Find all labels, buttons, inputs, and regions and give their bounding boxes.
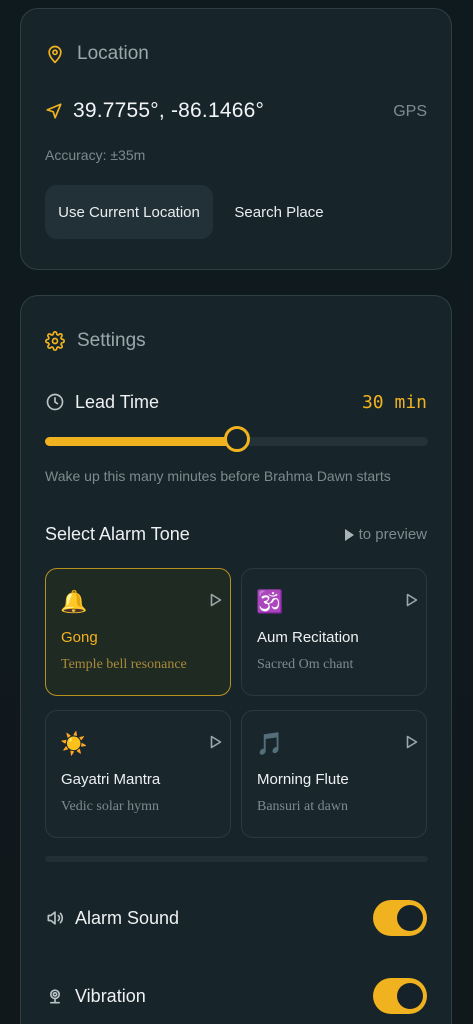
slider-thumb[interactable]: [223, 426, 250, 452]
preview-hint-text: to preview: [358, 526, 427, 543]
vibration-label: Vibration: [75, 985, 146, 1006]
map-pin-icon: [48, 45, 62, 64]
lead-time-value: 30 min: [361, 391, 427, 413]
lead-time-description: Wake up this many minutes before Brahma …: [45, 468, 391, 484]
speaker-icon: [47, 911, 63, 925]
alarm-sound-label: Alarm Sound: [75, 907, 180, 928]
toggle-knob: [397, 905, 423, 931]
settings-card: Settings Lead Time 30 min Wake up this m…: [20, 295, 452, 1024]
gear-icon: [45, 331, 65, 351]
alarm-tone-title: Select Alarm Tone: [45, 524, 190, 544]
location-header: Location: [45, 43, 149, 65]
coordinates-text: 39.7755°, -86.1466°: [73, 99, 265, 122]
accuracy-text: Accuracy: ±35m: [45, 147, 146, 163]
tone-card-gong[interactable]: 🔔 Gong Temple bell resonance: [45, 568, 231, 696]
vibration-row: Vibration: [45, 976, 427, 1016]
navigation-arrow-icon: [46, 103, 62, 119]
location-title: Location: [77, 43, 149, 64]
clock-icon: [46, 393, 64, 411]
tone-name: Aum Recitation: [257, 629, 359, 646]
slider-fill: [45, 437, 237, 446]
tone-description: Temple bell resonance: [61, 657, 187, 672]
preview-hint: to preview: [344, 526, 427, 543]
section-divider: [45, 856, 428, 862]
tone-name: Gong: [61, 629, 98, 646]
lead-time-slider[interactable]: [45, 426, 428, 452]
om-icon: 🕉️: [256, 589, 284, 614]
toggle-knob: [397, 983, 423, 1009]
coordinates-row: 39.7755°, -86.1466°: [45, 99, 264, 123]
alarm-sound-row: Alarm Sound: [45, 898, 427, 938]
music-note-icon: 🎵: [256, 731, 284, 756]
settings-title: Settings: [77, 330, 146, 351]
tone-description: Bansuri at dawn: [257, 799, 348, 814]
tone-card-aum-recitation[interactable]: 🕉️ Aum Recitation Sacred Om chant: [241, 568, 427, 696]
play-icon: [344, 528, 354, 541]
tone-name: Gayatri Mantra: [61, 771, 161, 788]
tone-description: Vedic solar hymn: [61, 799, 159, 814]
tone-card-gayatri-mantra[interactable]: ☀️ Gayatri Mantra Vedic solar hymn: [45, 710, 231, 838]
use-current-location-button[interactable]: Use Current Location: [45, 185, 213, 239]
location-source-label: GPS: [393, 103, 427, 120]
lead-time-row: Lead Time 30 min: [45, 390, 427, 414]
vibration-toggle[interactable]: [373, 978, 427, 1014]
tone-description: Sacred Om chant: [257, 657, 354, 672]
lead-time-label: Lead Time: [75, 391, 160, 412]
alarm-sound-toggle[interactable]: [373, 900, 427, 936]
search-place-button[interactable]: Search Place: [221, 185, 337, 239]
bell-icon: 🔔: [60, 589, 88, 614]
tone-name: Morning Flute: [257, 771, 349, 788]
vibration-icon: [50, 989, 61, 1004]
location-card: Location 39.7755°, -86.1466° GPS Accurac…: [20, 8, 452, 270]
settings-header: Settings: [45, 330, 146, 352]
tone-card-morning-flute[interactable]: 🎵 Morning Flute Bansuri at dawn: [241, 710, 427, 838]
sun-icon: ☀️: [60, 731, 88, 756]
